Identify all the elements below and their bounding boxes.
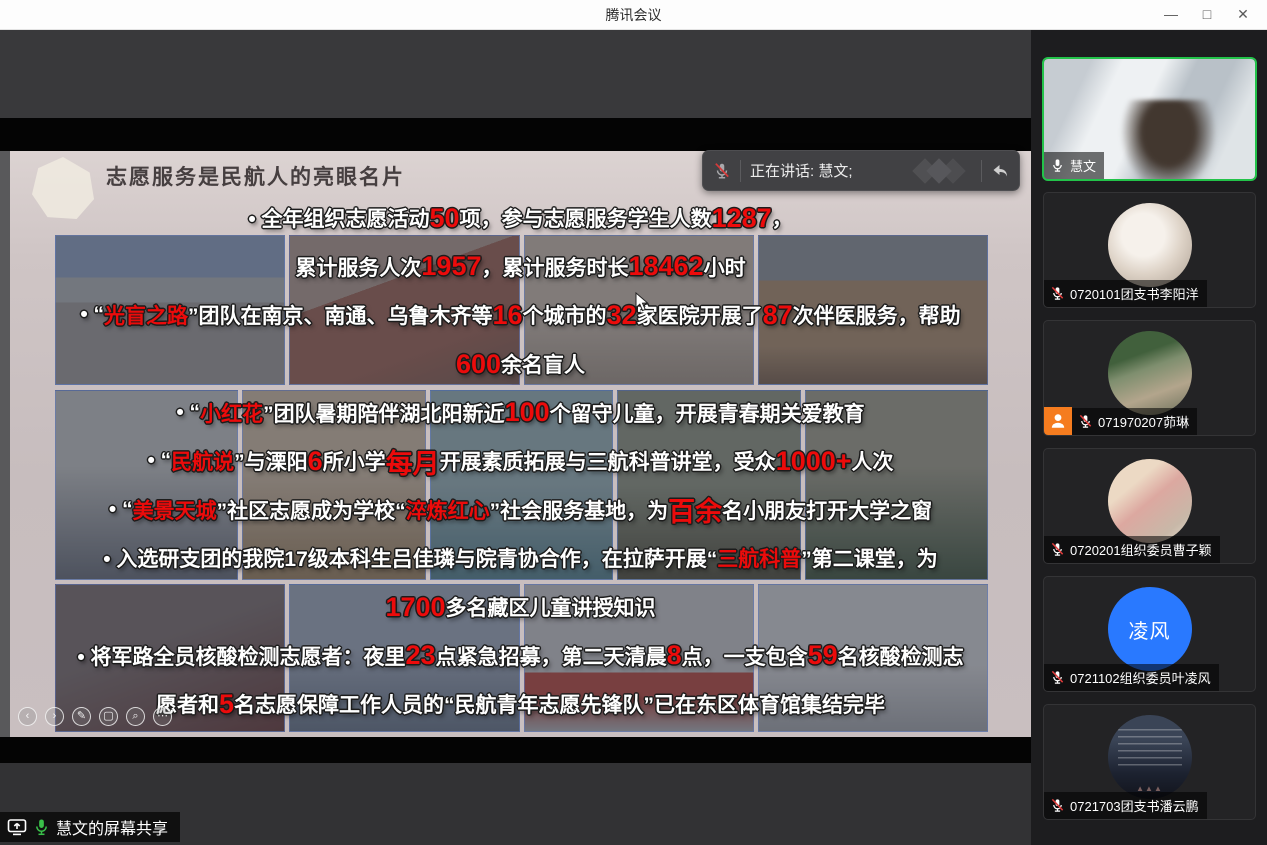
more-options-icon[interactable]: ⋯ [153,707,172,726]
mic-muted-icon [1050,542,1065,557]
slide-text-line: • “民航说”与溧阳6所小学每月开展素质拓展与三航科普讲堂，受众1000+人次 [10,437,1031,486]
slide-nav-controls: ‹ › ✎ ▢ ⌕ ⋯ [18,707,172,726]
close-icon[interactable]: ✕ [1225,0,1261,30]
window-controls: — □ ✕ [1153,0,1261,30]
mic-icon [1050,158,1065,173]
letterbox-top [0,118,1031,151]
slide-text-line: • 将军路全员核酸检测志愿者：夜里23点紧急招募，第二天清晨8点，一支包含59名… [10,631,1031,680]
meeting-main-area: 志愿服务是民航人的亮眼名片 [0,30,1267,845]
participant-name: 0720101团支书李阳洋 [1070,284,1199,303]
person-badge-icon [1044,407,1072,435]
slide-text-line: • “美景天城”社区志愿成为学校“淬炼红心”社会服务基地，为百余名小朋友打开大学… [10,486,1031,535]
participant-list: 慧文 [1044,59,1255,819]
slide-text-line: 累计服务人次1957，累计服务时长18462小时 [10,243,1031,292]
back-arrow-icon[interactable] [991,163,1009,179]
slide-text-line: • 全年组织志愿活动50项，参与志愿服务学生人数1287， [10,194,1031,243]
maximize-icon[interactable]: □ [1189,0,1225,30]
toast-divider [740,160,741,182]
letterbox-bottom [0,737,1031,763]
toast-divider [981,160,982,182]
participant-avatar [1108,331,1192,415]
mic-muted-icon [1078,414,1093,429]
speaking-label: 正在讲话: 慧文; [750,160,853,181]
participant-tile[interactable]: 0720201组织委员曹子颖 [1044,449,1255,563]
screen-share-banner: 慧文的屏幕共享 [0,812,180,842]
mic-active-icon [34,818,49,836]
minimize-icon[interactable]: — [1153,0,1189,30]
screen-share-icon [7,818,27,836]
stage-top-gap [0,30,1031,118]
speaking-toast: 正在讲话: 慧文; [702,150,1020,191]
app-window: 腾讯会议 — □ ✕ 志愿服务是民航人的亮眼名片 [0,0,1267,845]
tencent-meeting-logo [908,158,972,184]
participant-avatar: 凌风 [1108,587,1192,671]
slide-text-line: • “小红花”团队暑期陪伴湖北阳新近100个留守儿童，开展青春期关爱教育 [10,388,1031,437]
slide-left-strip [0,151,10,737]
participant-name: 0721703团支书潘云鹏 [1070,796,1199,815]
participant-tile[interactable]: 071970207茆琳 [1044,321,1255,435]
window-title: 腾讯会议 [0,0,1267,30]
slide-text-line: • 入选研支团的我院17级本科生吕佳璘与院青协合作，在拉萨开展“三航科普”第二课… [10,534,1031,583]
participant-label: 0720101团支书李阳洋 [1044,280,1207,307]
participant-sidebar[interactable]: 慧文 [1031,30,1267,845]
slide-text-line: • “光盲之路”团队在南京、南通、乌鲁木齐等16个城市的32家医院开展了87次伴… [10,291,1031,340]
mic-muted-icon [713,162,731,180]
mic-muted-icon [1050,286,1065,301]
participant-label: 0720201组织委员曹子颖 [1044,536,1220,563]
slide-text-lines: • 全年组织志愿活动50项，参与志愿服务学生人数1287，累计服务人次1957，… [10,194,1031,729]
slide-text-line: 600余名盲人 [10,340,1031,389]
window-titlebar: 腾讯会议 — □ ✕ [0,0,1267,30]
avatar-initials: 凌风 [1129,615,1171,644]
participant-avatar [1108,203,1192,287]
participant-tile[interactable]: 0721703团支书潘云鹏 [1044,705,1255,819]
participant-name: 0720201组织委员曹子颖 [1070,540,1212,559]
presentation-slide: 志愿服务是民航人的亮眼名片 [10,151,1031,737]
mouse-cursor [634,292,649,317]
mic-muted-icon [1050,798,1065,813]
participant-label: 0721703团支书潘云鹏 [1044,792,1207,819]
participant-tile[interactable]: 0720101团支书李阳洋 [1044,193,1255,307]
participant-tile[interactable]: 慧文 [1044,59,1255,179]
participant-label: 0721102组织委员叶凌风 [1044,664,1219,691]
participant-name: 慧文 [1070,156,1096,175]
participant-label: 071970207茆琳 [1072,408,1197,435]
participant-name: 0721102组织委员叶凌风 [1070,668,1211,687]
next-slide-icon[interactable]: › [45,707,64,726]
participant-tile[interactable]: 凌风 0721102组织委员叶凌 [1044,577,1255,691]
slide-title: 志愿服务是民航人的亮眼名片 [106,161,405,191]
pen-icon[interactable]: ✎ [72,707,91,726]
magnifier-icon[interactable]: ⌕ [126,707,145,726]
slide-text-line: 1700多名藏区儿童讲授知识 [10,583,1031,632]
participant-avatar [1108,459,1192,543]
participant-label: 慧文 [1044,152,1104,179]
slide-band: 志愿服务是民航人的亮眼名片 [0,151,1031,737]
mic-muted-icon [1050,670,1065,685]
participant-avatar [1108,715,1192,799]
share-banner-text: 慧文的屏幕共享 [56,815,168,839]
frame-icon[interactable]: ▢ [99,707,118,726]
participant-name: 071970207茆琳 [1098,412,1189,431]
prev-slide-icon[interactable]: ‹ [18,707,37,726]
